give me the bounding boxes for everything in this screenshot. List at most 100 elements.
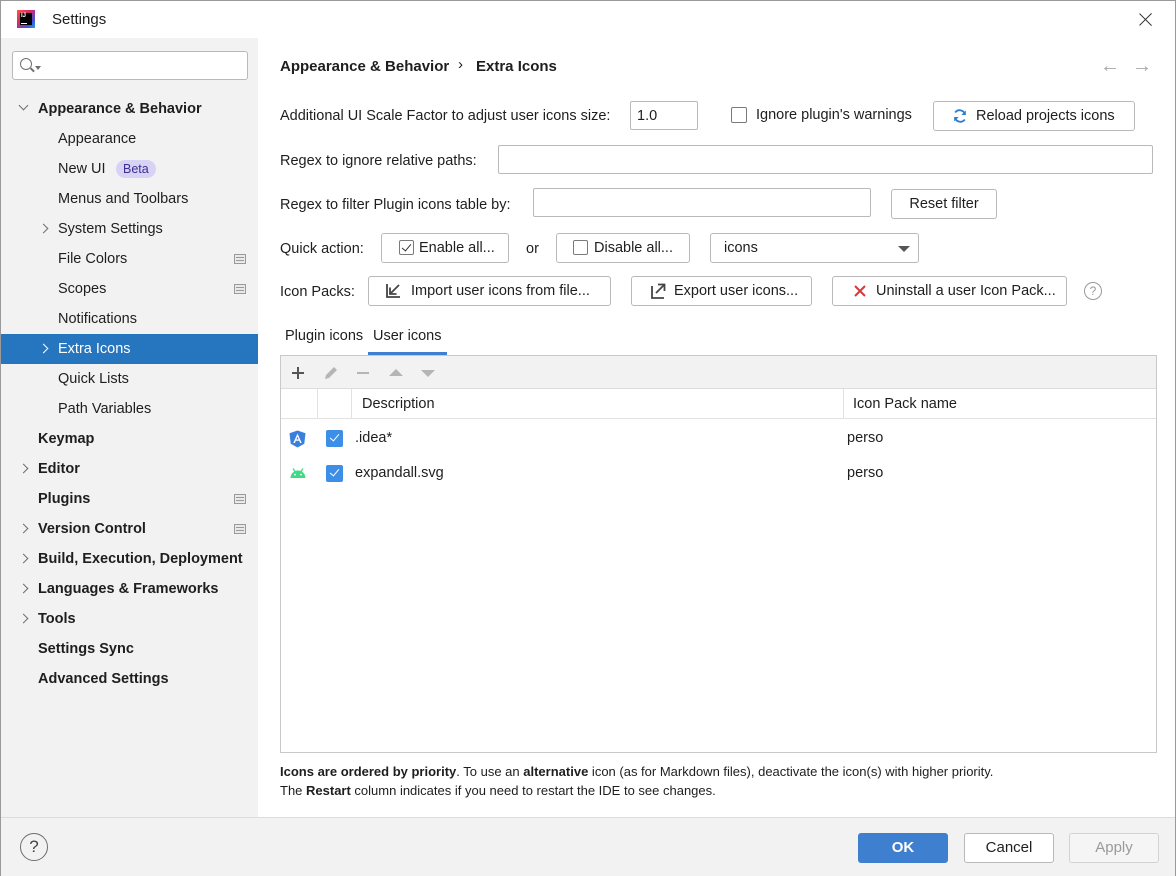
close-icon[interactable]: [1133, 7, 1159, 33]
export-user-icons-button[interactable]: Export user icons...: [631, 276, 812, 306]
uninstall-icon-pack-button[interactable]: Uninstall a user Icon Pack...: [832, 276, 1067, 306]
reload-projects-icons-button[interactable]: Reload projects icons: [933, 101, 1135, 131]
sidebar-item-label: Notifications: [58, 311, 137, 327]
title-bar: IJ Settings: [1, 1, 1175, 39]
breadcrumb-current: Extra Icons: [476, 58, 557, 75]
regex-ignore-input[interactable]: [498, 145, 1153, 174]
sidebar-item-label: New UI: [58, 161, 106, 177]
dialog-footer: ? OK Cancel Apply: [1, 817, 1175, 876]
sidebar-item-file-colors[interactable]: File Colors: [1, 244, 258, 274]
scale-factor-label: Additional UI Scale Factor to adjust use…: [280, 108, 611, 124]
quick-action-label: Quick action:: [280, 241, 364, 257]
sidebar-item-scopes[interactable]: Scopes: [1, 274, 258, 304]
priority-note: Icons are ordered by priority. To use an…: [280, 764, 993, 779]
cancel-button[interactable]: Cancel: [964, 833, 1054, 863]
sidebar-item-new-ui[interactable]: New UI Beta: [1, 154, 258, 184]
sidebar-item-tools[interactable]: Tools: [1, 604, 258, 634]
sidebar-item-label: Scopes: [58, 281, 107, 297]
export-user-icons-label: Export user icons...: [674, 283, 799, 299]
column-separator: [843, 389, 844, 419]
apply-button[interactable]: Apply: [1069, 833, 1159, 863]
import-user-icons-button[interactable]: Import user icons from file...: [368, 276, 611, 306]
sidebar-item-version-control[interactable]: Version Control: [1, 514, 258, 544]
chevron-right-icon[interactable]: [18, 583, 29, 594]
restart-note-bold: Restart: [306, 783, 351, 798]
uninstall-icon-pack-label: Uninstall a user Icon Pack...: [876, 283, 1056, 299]
sidebar-item-appearance-behavior[interactable]: Appearance & Behavior: [1, 94, 258, 124]
regex-filter-input[interactable]: [533, 188, 871, 217]
column-header-icon-pack-name[interactable]: Icon Pack name: [853, 396, 957, 412]
chevron-right-icon[interactable]: [18, 523, 29, 534]
restart-note-text: The: [280, 783, 307, 798]
project-scope-icon: [234, 494, 246, 504]
table-row[interactable]: .idea* perso: [281, 421, 1156, 456]
sidebar-item-quick-lists[interactable]: Quick Lists: [1, 364, 258, 394]
sidebar-item-settings-sync[interactable]: Settings Sync: [1, 634, 258, 664]
extra-icons-page: Appearance & Behavior › Extra Icons ← → …: [258, 38, 1175, 817]
row-enabled-checkbox[interactable]: [326, 465, 343, 482]
sidebar-item-system-settings[interactable]: System Settings: [1, 214, 258, 244]
forward-arrow-icon[interactable]: →: [1132, 55, 1152, 78]
row-description: expandall.svg: [355, 465, 444, 481]
sidebar-item-plugins[interactable]: Plugins: [1, 484, 258, 514]
sidebar-item-advanced-settings[interactable]: Advanced Settings: [1, 664, 258, 694]
chevron-right-icon[interactable]: [38, 343, 49, 354]
chevron-right-icon[interactable]: [18, 613, 29, 624]
breadcrumb-parent[interactable]: Appearance & Behavior: [280, 58, 449, 75]
restart-note-text-2: column indicates if you need to restart …: [350, 783, 716, 798]
sidebar-item-label: Menus and Toolbars: [58, 191, 189, 207]
column-separator: [317, 389, 318, 419]
tab-plugin-icons[interactable]: Plugin icons: [285, 326, 363, 355]
sidebar-item-notifications[interactable]: Notifications: [1, 304, 258, 334]
tab-user-icons[interactable]: User icons: [368, 326, 447, 355]
sidebar-item-path-variables[interactable]: Path Variables: [1, 394, 258, 424]
sidebar-item-label: Advanced Settings: [38, 671, 169, 687]
move-up-icon[interactable]: [385, 362, 407, 384]
sidebar-item-keymap[interactable]: Keymap: [1, 424, 258, 454]
row-enabled-checkbox[interactable]: [326, 430, 343, 447]
sidebar-item-label: Tools: [38, 611, 76, 627]
add-icon[interactable]: [287, 362, 309, 384]
enable-all-button[interactable]: Enable all...: [381, 233, 509, 263]
chevron-right-icon[interactable]: [18, 553, 29, 564]
help-icon[interactable]: ?: [1084, 282, 1102, 300]
help-icon[interactable]: ?: [20, 833, 48, 861]
sidebar-item-extra-icons[interactable]: Extra Icons: [1, 334, 258, 364]
ignore-warnings-checkbox[interactable]: [731, 107, 747, 123]
back-arrow-icon[interactable]: ←: [1100, 55, 1120, 78]
sidebar-item-languages-frameworks[interactable]: Languages & Frameworks: [1, 574, 258, 604]
edit-pencil-icon[interactable]: [320, 362, 342, 384]
table-toolbar: [281, 356, 1156, 389]
ok-button[interactable]: OK: [858, 833, 948, 863]
project-scope-icon: [234, 524, 246, 534]
move-down-icon[interactable]: [417, 362, 439, 384]
sidebar-item-editor[interactable]: Editor: [1, 454, 258, 484]
settings-search[interactable]: [12, 51, 248, 80]
table-row[interactable]: expandall.svg perso: [281, 456, 1156, 491]
search-history-dropdown-icon[interactable]: [35, 66, 41, 70]
sidebar-item-label: Appearance: [58, 131, 137, 147]
sidebar-item-label: Extra Icons: [58, 341, 131, 357]
column-header-description[interactable]: Description: [362, 396, 435, 412]
sidebar-item-appearance[interactable]: Appearance: [1, 124, 258, 154]
settings-window: IJ Settings Appearance & Behavior Appeara…: [0, 0, 1176, 876]
chevron-right-icon[interactable]: [18, 463, 29, 474]
chevron-right-icon[interactable]: [38, 223, 49, 234]
reset-filter-button[interactable]: Reset filter: [891, 189, 997, 219]
remove-icon[interactable]: [352, 362, 374, 384]
sidebar-item-label: Settings Sync: [38, 641, 134, 657]
sidebar-item-label: Build, Execution, Deployment: [38, 551, 243, 567]
delete-x-icon: [854, 285, 866, 297]
row-description: .idea*: [355, 430, 393, 446]
settings-search-input[interactable]: [45, 56, 243, 76]
chevron-down-icon[interactable]: [18, 100, 29, 111]
disable-all-checkbox-icon: [573, 240, 588, 255]
disable-all-button[interactable]: Disable all...: [556, 233, 690, 263]
scale-factor-input[interactable]: [630, 101, 698, 130]
sidebar-item-menus-and-toolbars[interactable]: Menus and Toolbars: [1, 184, 258, 214]
row-icon-pack-name: perso: [847, 465, 884, 481]
column-separator: [351, 389, 352, 419]
ignore-warnings-label[interactable]: Ignore plugin's warnings: [756, 107, 912, 123]
quick-action-select[interactable]: icons: [710, 233, 919, 263]
sidebar-item-build-execution-deployment[interactable]: Build, Execution, Deployment: [1, 544, 258, 574]
